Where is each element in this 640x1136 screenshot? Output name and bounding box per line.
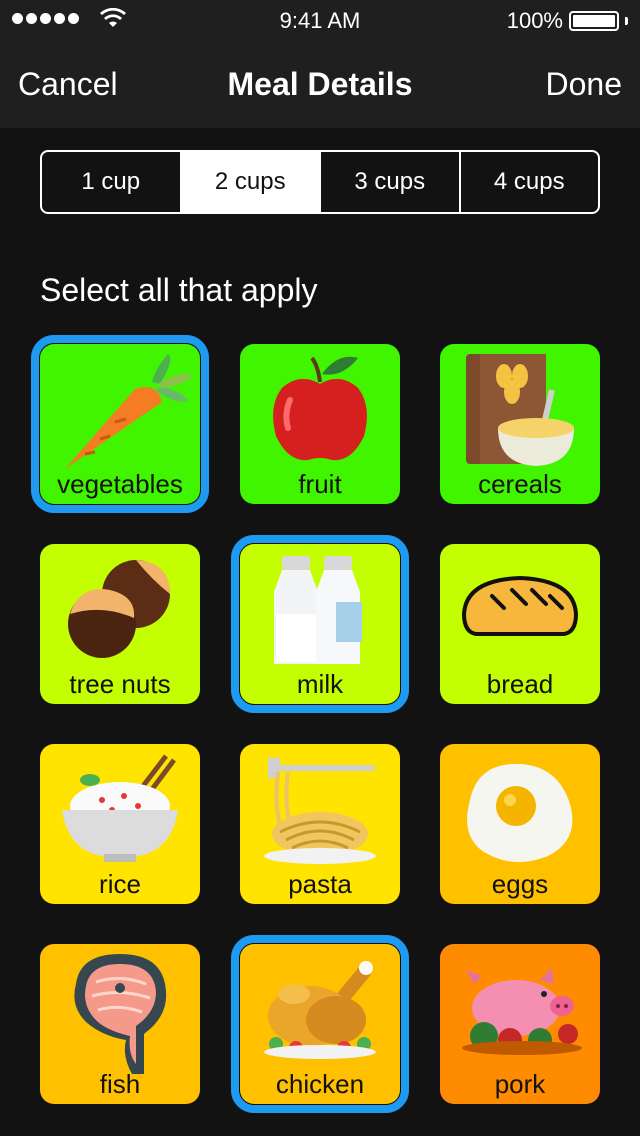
food-tile-rice[interactable]: rice: [40, 744, 200, 904]
battery-icon: [569, 11, 619, 31]
segment-3-cups[interactable]: 3 cups: [321, 152, 461, 212]
segment-2-cups[interactable]: 2 cups: [181, 152, 321, 212]
food-tile-fish[interactable]: fish: [40, 944, 200, 1104]
food-tile-milk[interactable]: milk: [231, 535, 409, 713]
navigation-bar: Cancel Meal Details Done: [0, 40, 640, 128]
segment-1-cup[interactable]: 1 cup: [42, 152, 182, 212]
food-tile-bread[interactable]: bread: [440, 544, 600, 704]
food-label: pork: [494, 1069, 546, 1099]
page-title: Meal Details: [227, 66, 413, 102]
food-label: fruit: [298, 469, 342, 499]
food-tile-pasta[interactable]: pasta: [240, 744, 400, 904]
food-label: rice: [99, 869, 141, 899]
done-button[interactable]: Done: [546, 66, 623, 103]
section-label: Select all that apply: [40, 272, 318, 308]
segment-4-cups[interactable]: 4 cups: [461, 152, 599, 212]
battery-status: 100%: [507, 8, 628, 34]
food-label: tree nuts: [69, 669, 171, 699]
food-label: eggs: [491, 869, 549, 899]
battery-percent: 100%: [506, 8, 563, 33]
portion-segmented-control: 1 cup 2 cups 3 cups 4 cups: [40, 150, 600, 214]
food-tile-vegetables[interactable]: vegetables: [31, 335, 209, 513]
food-tile-pork[interactable]: pork: [440, 944, 600, 1104]
food-label: cereals: [478, 469, 562, 499]
food-label: pasta: [288, 869, 352, 899]
food-label: bread: [486, 669, 554, 699]
food-tile-chicken[interactable]: chicken: [231, 935, 409, 1113]
food-label: milk: [296, 669, 344, 699]
food-label: fish: [99, 1069, 141, 1099]
food-tile-cereals[interactable]: cereals: [440, 344, 600, 504]
food-label: chicken: [275, 1069, 365, 1099]
food-label: vegetables: [57, 469, 183, 499]
food-tile-tree-nuts[interactable]: tree nuts: [40, 544, 200, 704]
status-bar: 9:41 AM 100%: [0, 0, 640, 40]
food-tile-eggs[interactable]: eggs: [440, 744, 600, 904]
food-tile-fruit[interactable]: fruit: [240, 344, 400, 504]
